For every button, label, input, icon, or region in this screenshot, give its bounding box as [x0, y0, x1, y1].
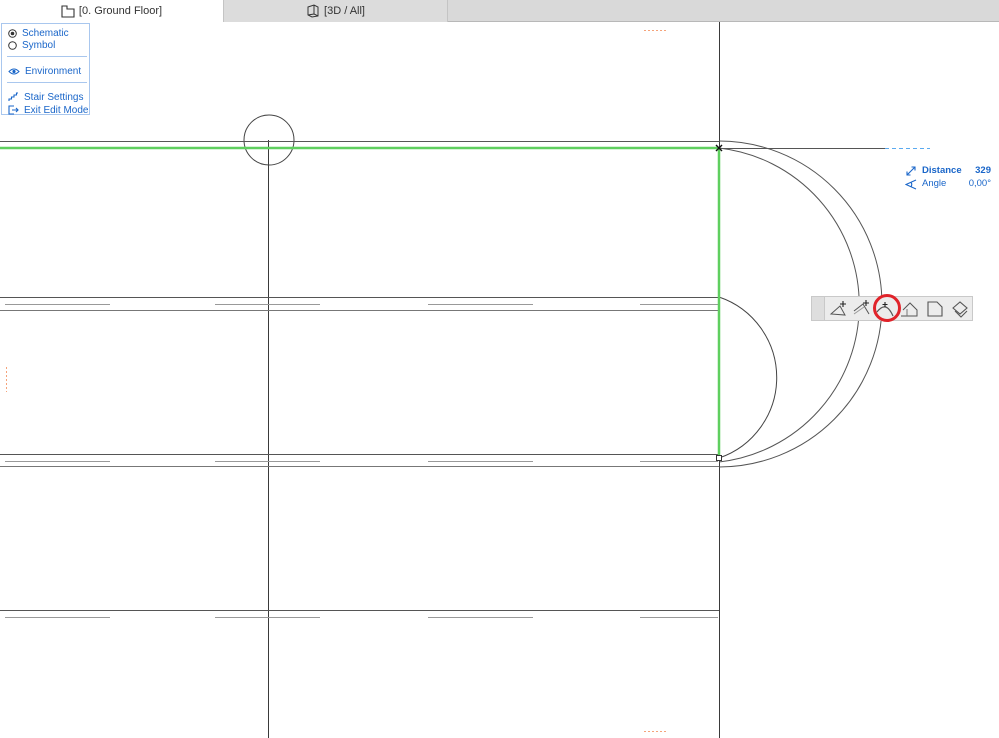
view-tab-bar: [0. Ground Floor] [3D / All]: [0, 0, 999, 22]
schematic-option[interactable]: Schematic: [8, 27, 69, 39]
distance-row[interactable]: Distance 329: [905, 165, 995, 178]
distance-value: 329: [975, 165, 991, 176]
exit-edit-mode-label: Exit Edit Mode: [24, 104, 89, 116]
floor-plan-icon: [61, 4, 75, 18]
exit-edit-mode-button[interactable]: Exit Edit Mode: [8, 104, 88, 116]
tracker-panel: Distance 329 Angle 0,00°: [905, 165, 995, 191]
stair-settings-icon: [8, 92, 18, 101]
radio-unselected-icon: [8, 40, 17, 50]
3d-view-icon: [306, 4, 320, 18]
pet-palette-grip[interactable]: [812, 297, 825, 320]
eye-icon: [8, 68, 20, 74]
angle-icon: [905, 179, 917, 190]
fillet-icon[interactable]: [924, 298, 946, 320]
divider: [7, 82, 87, 83]
angle-label: Angle: [922, 178, 947, 189]
tab-label: [0. Ground Floor]: [78, 5, 163, 17]
tab-label: [3D / All]: [324, 5, 365, 17]
stair-settings-label: Stair Settings: [24, 91, 84, 103]
angle-row[interactable]: Angle 0,00°: [905, 178, 995, 191]
tab-ground-floor[interactable]: [0. Ground Floor]: [0, 0, 224, 22]
environment-button[interactable]: Environment: [8, 65, 81, 77]
schematic-label: Schematic: [22, 27, 69, 39]
section-markers: [6, 30, 668, 732]
drag-rotate-icon[interactable]: [949, 298, 971, 320]
floor-plan-canvas[interactable]: [0, 22, 999, 738]
symbol-label: Symbol: [22, 39, 56, 51]
tab-3d-all[interactable]: [3D / All]: [224, 0, 448, 22]
radio-selected-icon: [8, 28, 17, 38]
stair-settings-button[interactable]: Stair Settings: [8, 91, 83, 103]
add-node-icon[interactable]: [828, 298, 850, 320]
stair-drawing: [0, 22, 930, 738]
edit-mode-palette: Schematic Symbol Environment Stair Setti…: [1, 23, 90, 116]
exit-icon: [8, 105, 19, 115]
selected-edges: [0, 146, 721, 458]
distance-label: Distance: [922, 165, 962, 176]
divider: [7, 56, 87, 57]
environment-label: Environment: [25, 65, 82, 77]
angle-value: 0,00°: [968, 178, 991, 189]
symbol-option[interactable]: Symbol: [8, 39, 55, 51]
offset-edge-icon[interactable]: [851, 298, 873, 320]
offset-all-icon[interactable]: [899, 298, 921, 320]
curve-edge-highlight: [873, 294, 901, 322]
distance-icon: [906, 166, 916, 176]
